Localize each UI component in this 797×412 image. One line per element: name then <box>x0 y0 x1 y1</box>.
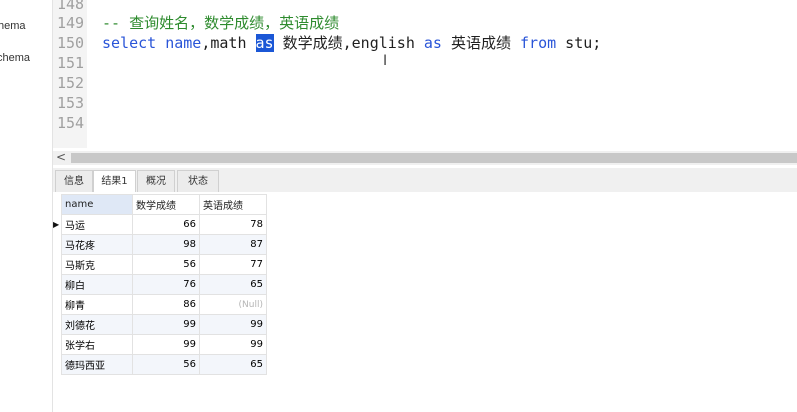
cell-math[interactable]: 99 <box>132 334 200 355</box>
cell-name[interactable]: 马斯克 <box>61 254 133 275</box>
table-row[interactable]: 马花疼 98 87 <box>53 234 267 255</box>
keyword-as: as <box>423 34 442 52</box>
cell-math[interactable]: 76 <box>132 274 200 295</box>
cell-english[interactable]: 65 <box>199 274 267 295</box>
table-row[interactable]: 柳白 76 65 <box>53 274 267 295</box>
table-row[interactable]: 刘德花 99 99 <box>53 314 267 335</box>
column-header-name[interactable]: name <box>61 194 133 215</box>
cell-name[interactable]: 德玛西亚 <box>61 354 133 375</box>
cell-name[interactable]: 柳青 <box>61 294 133 315</box>
table-row[interactable]: ▶ 马运 66 78 <box>53 214 267 235</box>
identifier-name: name <box>156 34 202 52</box>
cell-math[interactable]: 99 <box>132 314 200 335</box>
cell-math[interactable]: 98 <box>132 234 200 255</box>
line-number: 154 <box>57 114 85 132</box>
editor-horizontal-scrollbar[interactable]: < <box>53 150 797 165</box>
table-header-row: name 数学成绩 英语成绩 <box>53 194 267 215</box>
cell-math[interactable]: 66 <box>132 214 200 235</box>
cell-name[interactable]: 柳白 <box>61 274 133 295</box>
code-select-line[interactable]: select name,math as 数学成绩,english as 英语成绩… <box>102 33 601 53</box>
cell-english[interactable]: 65 <box>199 354 267 375</box>
sql-editor[interactable]: 148 149 150 151 152 153 154 -- 查询姓名，数学成绩… <box>53 0 797 148</box>
code-token: stu; <box>556 34 602 52</box>
result-grid: name 数学成绩 英语成绩 ▶ 马运 66 78 马花疼 98 87 马斯克 … <box>53 192 797 412</box>
line-number: 152 <box>57 74 85 92</box>
row-indicator <box>53 294 62 315</box>
cell-math[interactable]: 86 <box>132 294 200 315</box>
table-row[interactable]: 张学右 99 99 <box>53 334 267 355</box>
tab-info[interactable]: 信息 <box>55 170 93 192</box>
scrollbar-thumb[interactable] <box>71 153 797 163</box>
table-row[interactable]: 德玛西亚 56 65 <box>53 354 267 375</box>
cell-name[interactable]: 张学右 <box>61 334 133 355</box>
table-row[interactable]: 马斯克 56 77 <box>53 254 267 275</box>
table-row[interactable]: 柳青 86 (Null) <box>53 294 267 315</box>
cell-english[interactable]: 77 <box>199 254 267 275</box>
tab-overview[interactable]: 概况 <box>137 170 175 192</box>
navigator-item-schema-2[interactable]: chema <box>0 52 30 64</box>
row-pointer-icon: ▶ <box>53 220 60 229</box>
selected-keyword-as: as <box>255 34 274 52</box>
cell-math[interactable]: 56 <box>132 254 200 275</box>
keyword-from: from <box>520 34 557 52</box>
cell-name[interactable]: 马花疼 <box>61 234 133 255</box>
tab-status[interactable]: 状态 <box>177 170 219 192</box>
cell-english[interactable]: 99 <box>199 314 267 335</box>
line-number: 153 <box>57 94 85 112</box>
keyword-select: select <box>102 34 157 52</box>
line-number-gutter: 148 149 150 151 152 153 154 <box>53 0 87 148</box>
line-number: 150 <box>57 34 85 52</box>
column-header-math[interactable]: 数学成绩 <box>132 194 200 215</box>
result-table: name 数学成绩 英语成绩 ▶ 马运 66 78 马花疼 98 87 马斯克 … <box>53 194 267 375</box>
cell-english[interactable]: 99 <box>199 334 267 355</box>
row-indicator <box>53 354 62 375</box>
row-indicator <box>53 274 62 295</box>
null-value: (Null) <box>238 300 263 310</box>
text-cursor-icon: I <box>383 53 388 69</box>
row-indicator <box>53 254 62 275</box>
cell-math[interactable]: 56 <box>132 354 200 375</box>
current-row-marker: ▶ <box>53 214 62 235</box>
cell-name[interactable]: 马运 <box>61 214 133 235</box>
scroll-left-arrow-icon[interactable]: < <box>56 150 66 164</box>
code-token: 数学成绩,english <box>273 34 424 52</box>
line-number: 149 <box>57 14 85 32</box>
cell-name[interactable]: 刘德花 <box>61 314 133 335</box>
cell-english[interactable]: 78 <box>199 214 267 235</box>
result-tab-bar: 信息 结果1 概况 状态 <box>53 168 797 193</box>
column-header-english[interactable]: 英语成绩 <box>199 194 267 215</box>
tab-result-1[interactable]: 结果1 <box>93 170 136 193</box>
cell-english[interactable]: 87 <box>199 234 267 255</box>
code-token: ,math <box>201 34 256 52</box>
line-number: 151 <box>57 54 85 72</box>
cell-english-null[interactable]: (Null) <box>199 294 267 315</box>
line-number: 148 <box>57 0 85 13</box>
code-token: 英语成绩 <box>441 34 521 52</box>
navigator-item-schema-1[interactable]: hema <box>0 20 26 32</box>
row-indicator-header <box>53 194 62 215</box>
row-indicator <box>53 334 62 355</box>
row-indicator <box>53 314 62 335</box>
code-comment-line[interactable]: -- 查询姓名，数学成绩，英语成绩 <box>102 13 339 33</box>
object-navigator: hema chema <box>0 0 53 412</box>
row-indicator <box>53 234 62 255</box>
